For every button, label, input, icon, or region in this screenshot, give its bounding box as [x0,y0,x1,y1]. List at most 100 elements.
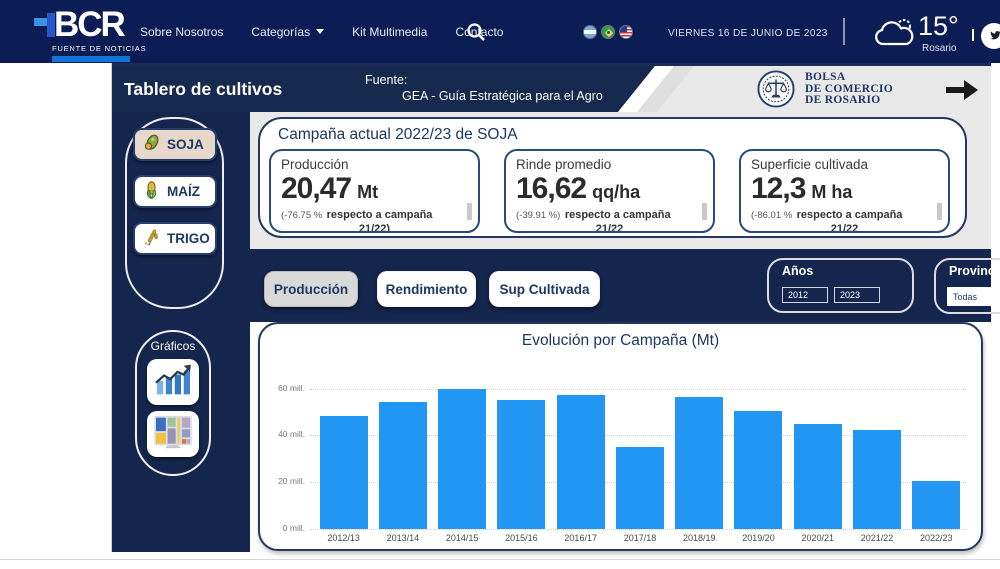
year-to-input[interactable]: 2023 [834,287,880,303]
org-name: BOLSA DE COMERCIO DE ROSARIO [805,72,893,107]
corn-icon [141,180,162,204]
bcr-seal-icon [757,70,795,112]
next-arrow-icon[interactable] [945,79,979,106]
bar-2016/17[interactable] [557,395,605,529]
usa-flag-icon[interactable] [619,25,633,39]
bar-2020/21[interactable] [794,424,842,529]
charts-selector-group: Gráficos [135,330,211,476]
logo-tagline: FUENTE DE NOTICIAS [52,44,146,53]
brazil-flag-icon[interactable] [601,25,615,39]
bar-2019/20[interactable] [734,411,782,529]
language-flags [583,25,633,39]
bar-slot: 2020/21 [788,324,847,529]
bar-slot: 2013/14 [373,324,432,529]
nav-link-categorias[interactable]: Categorías [251,25,324,39]
treemap-icon [153,415,193,454]
bar-slot: 2015/16 [492,324,551,529]
y-tick-label: 40 mill. [260,429,305,439]
card-superficie-cultivada: Superficie cultivada 12,3 M ha (-86.01 %… [739,149,950,233]
charts-group-label: Gráficos [137,339,209,353]
bar-2013/14[interactable] [379,402,427,529]
bar-2014/15[interactable] [438,389,486,529]
chart-bars: 2012/132013/142014/152015/162016/172017/… [314,324,966,529]
bar-chart-view-button[interactable] [147,359,199,405]
bar-slot: 2021/22 [847,324,906,529]
social-separator [972,29,974,41]
argentina-flag-icon[interactable] [583,25,597,39]
tablero-de-cultivos-dashboard: Tablero de cultivos Fuente: GEA - Guía E… [112,63,991,552]
logo-text: BCR [54,7,124,43]
evolution-chart-panel: Evolución por Campaña (Mt) 60 mill. 40 m… [258,322,983,551]
bar-2012/13[interactable] [320,416,368,529]
provinces-filter: Provincias Todas [934,258,1000,314]
year-from-input[interactable]: 2012 [782,287,828,303]
logo-underline [52,56,130,62]
top-navbar: BCR FUENTE DE NOTICIAS Sobre Nosotros Ca… [0,0,1000,63]
bar-slot: 2022/23 [907,324,966,529]
bar-slot: 2012/13 [314,324,373,529]
y-tick-label: 20 mill. [260,476,305,486]
trend-bar-chart-icon [153,363,193,402]
card-scrollbar[interactable] [467,203,472,220]
bar-2021/22[interactable] [853,430,901,529]
nav-link-sobre-nosotros[interactable]: Sobre Nosotros [140,25,223,39]
source-label: Fuente: [365,73,407,87]
source-value: GEA - Guía Estratégica para el Agro [402,89,603,103]
card-scrollbar[interactable] [937,203,942,220]
bar-slot: 2016/17 [551,324,610,529]
bar-slot: 2019/20 [729,324,788,529]
crop-button-soja[interactable]: SOJA [133,128,217,161]
cloudy-weather-icon [870,17,916,54]
bcr-news-logo[interactable]: BCR FUENTE DE NOTICIAS [34,7,146,62]
crop-button-trigo[interactable]: TRIGO [133,222,217,255]
temperature-value: 15° [918,11,959,42]
chevron-down-icon [316,29,324,34]
weather-city: Rosario [922,43,956,54]
campaign-panel: Campaña actual 2022/23 de SOJA Producció… [258,117,967,238]
soybean-icon [141,133,162,157]
provinces-dropdown[interactable]: Todas [947,287,1000,306]
card-produccion: Producción 20,47 Mt (-76.75 % respecto a… [269,149,480,233]
search-icon[interactable] [466,22,486,42]
tab-rendimiento[interactable]: Rendimiento [377,271,476,307]
tab-sup-cultivada[interactable]: Sup Cultivada [489,271,600,307]
nav-link-kit-multimedia[interactable]: Kit Multimedia [352,25,427,39]
crop-button-maiz[interactable]: MAÍZ [133,175,217,208]
crop-selector-group: SOJA MAÍZ [125,117,224,309]
screen: BCR FUENTE DE NOTICIAS Sobre Nosotros Ca… [0,0,1000,569]
chart-section: Evolución por Campaña (Mt) 60 mill. 40 m… [250,322,991,552]
bcr-logo-mark-icon [34,7,58,43]
bar-2022/23[interactable] [912,481,960,529]
rinde-unit: qq/ha [592,182,640,203]
page-divider [0,559,1000,560]
produccion-value: 20,47 [281,173,351,205]
bar-slot: 2014/15 [433,324,492,529]
gridline-0 [310,529,966,530]
card-rinde-promedio: Rinde promedio 16,62 qq/ha (-39.91 %) re… [504,149,715,233]
tab-produccion[interactable]: Producción [264,271,358,307]
crop-label: MAÍZ [167,184,200,199]
bar-2017/18[interactable] [616,447,664,529]
years-filter: Años 2012 2023 [767,258,914,313]
wheat-icon [141,227,162,251]
crop-label: SOJA [167,137,204,152]
provinces-filter-label: Provincias [949,264,1000,278]
y-tick-label: 60 mill. [260,383,305,393]
bar-slot: 2017/18 [610,324,669,529]
dashboard-header: Tablero de cultivos Fuente: GEA - Guía E… [112,66,991,112]
years-filter-label: Años [782,264,813,278]
produccion-unit: Mt [357,182,378,203]
nav-divider [843,18,845,45]
superficie-unit: M ha [811,182,852,203]
superficie-value: 12,3 [751,173,805,205]
treemap-view-button[interactable] [147,411,199,457]
crop-label: TRIGO [167,231,210,246]
nav-links: Sobre Nosotros Categorías Kit Multimedia… [140,0,503,63]
y-tick-label: 0 mill. [260,523,305,533]
bar-slot: 2018/19 [670,324,729,529]
bar-2018/19[interactable] [675,397,723,529]
twitter-icon[interactable] [981,23,1000,49]
rinde-value: 16,62 [516,173,586,205]
bar-2015/16[interactable] [497,400,545,529]
card-scrollbar[interactable] [702,203,707,220]
